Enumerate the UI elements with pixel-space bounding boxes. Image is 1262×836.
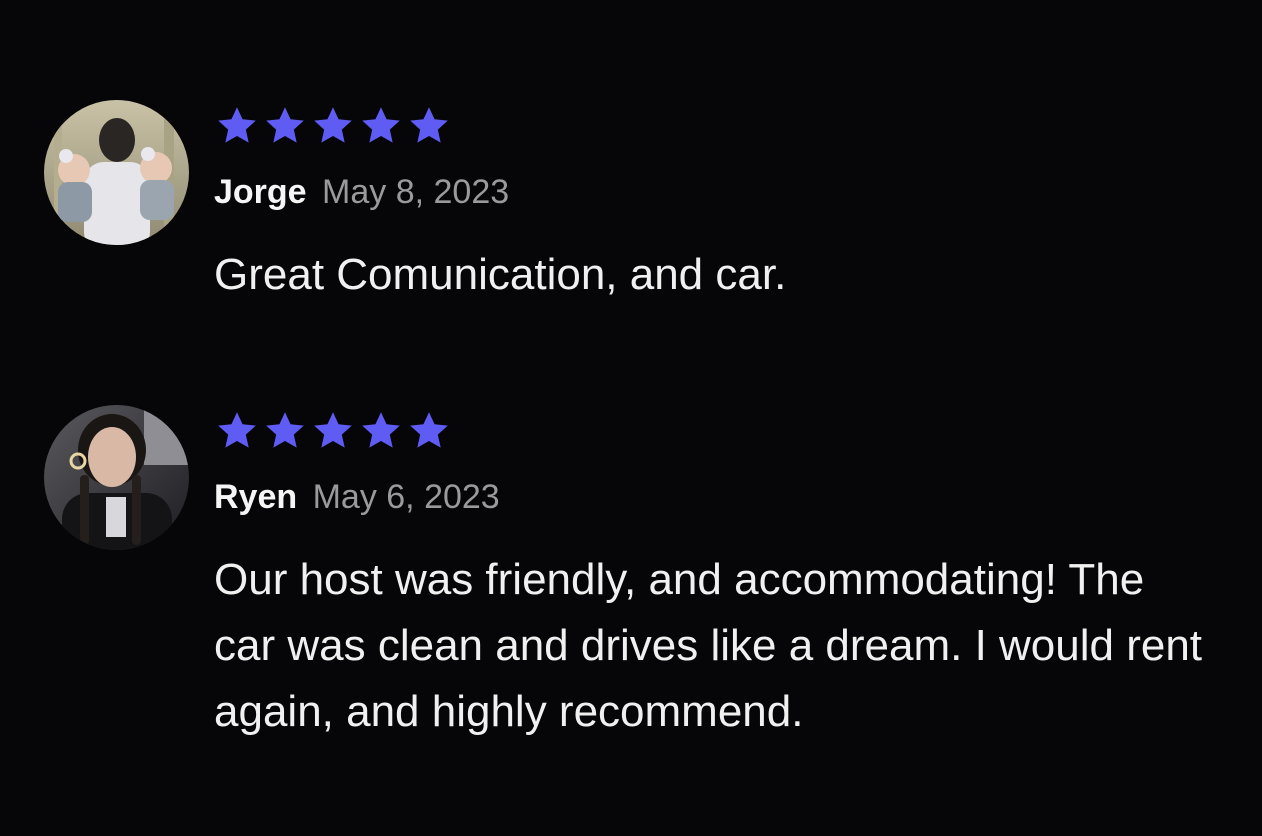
star-icon — [310, 103, 356, 149]
reviewer-avatar[interactable] — [44, 405, 189, 550]
star-icon — [358, 103, 404, 149]
review-text: Great Comunication, and car. — [214, 250, 787, 299]
review-date: May 8, 2023 — [322, 173, 510, 211]
avatar-photo-icon — [44, 100, 189, 245]
review-date: May 6, 2023 — [312, 478, 500, 516]
review-content: Jorge May 8, 2023 Great Comunication, an… — [214, 100, 1214, 308]
star-icon — [406, 103, 452, 149]
star-icon — [262, 103, 308, 149]
star-icon — [310, 408, 356, 454]
star-icon — [262, 408, 308, 454]
star-rating — [214, 407, 1214, 455]
reviewer-avatar[interactable] — [44, 100, 189, 245]
review-meta: Ryen May 6, 2023 — [214, 477, 1214, 517]
review-content: Ryen May 6, 2023 Our host was friendly, … — [214, 405, 1214, 745]
review-meta: Jorge May 8, 2023 — [214, 172, 1214, 212]
review-text: Our host was friendly, and accommodating… — [214, 555, 1203, 736]
avatar-photo-icon — [44, 405, 189, 550]
star-icon — [214, 103, 260, 149]
star-icon — [358, 408, 404, 454]
star-icon — [214, 408, 260, 454]
reviewer-name[interactable]: Jorge — [214, 173, 307, 211]
reviewer-name[interactable]: Ryen — [214, 478, 297, 516]
star-rating — [214, 102, 1214, 150]
star-icon — [406, 408, 452, 454]
